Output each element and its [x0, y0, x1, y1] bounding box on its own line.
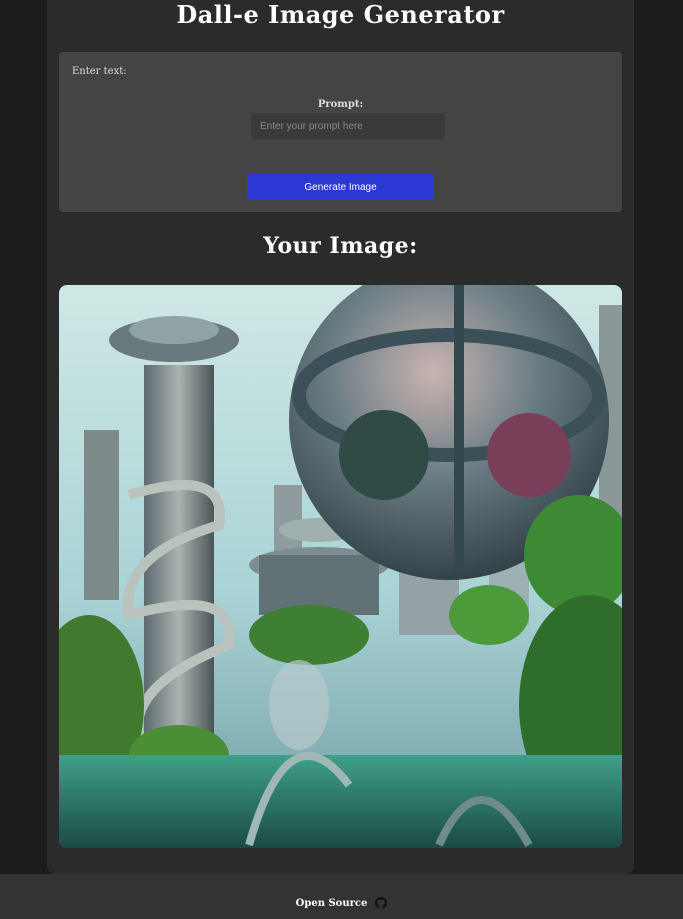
- prompt-form: Enter text: Prompt: Generate Image: [59, 52, 622, 212]
- main-card: Dall-e Image Generator Enter text: Promp…: [47, 0, 634, 874]
- github-icon: [375, 897, 388, 909]
- result-title: Your Image:: [263, 233, 418, 259]
- generate-image-button[interactable]: Generate Image: [247, 174, 434, 200]
- page-title: Dall-e Image Generator: [176, 0, 505, 29]
- form-section-label: Enter text:: [72, 66, 127, 77]
- prompt-label: Prompt:: [317, 99, 364, 110]
- footer: Open Source: [0, 874, 683, 919]
- open-source-label: Open Source: [295, 897, 368, 909]
- prompt-input[interactable]: [251, 113, 445, 139]
- generated-image: [59, 285, 622, 848]
- open-source-link[interactable]: Open Source: [0, 897, 683, 909]
